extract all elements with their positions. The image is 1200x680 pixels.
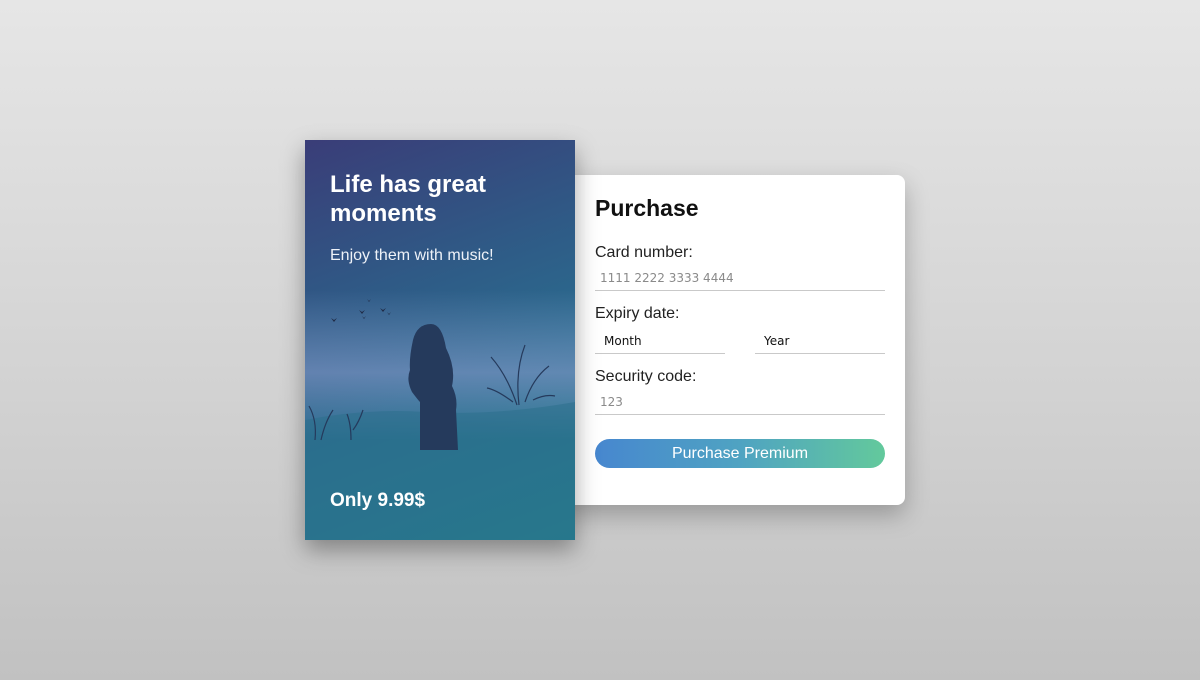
card-number-label: Card number: — [595, 244, 693, 261]
expiry-month-value: Month — [604, 334, 642, 348]
promo-title: Life has great moments — [330, 171, 487, 227]
purchase-premium-button[interactable]: Purchase Premium — [595, 439, 885, 468]
purchase-form-card: Purchase Card number: Expiry date: Month… — [560, 175, 905, 505]
form-title: Purchase — [595, 195, 699, 221]
card-number-input[interactable] — [595, 265, 885, 291]
promo-card: Life has great moments Enjoy them with m… — [305, 140, 575, 540]
expiry-month-select[interactable]: Month — [595, 328, 725, 354]
price-label: Only 9.99$ — [330, 490, 426, 511]
security-code-label: Security code: — [595, 368, 697, 385]
expiry-date-label: Expiry date: — [595, 305, 680, 322]
expiry-year-select[interactable]: Year — [755, 328, 885, 354]
promo-subtitle: Enjoy them with music! — [330, 247, 494, 264]
expiry-year-value: Year — [764, 334, 790, 348]
security-code-input[interactable] — [595, 389, 885, 415]
